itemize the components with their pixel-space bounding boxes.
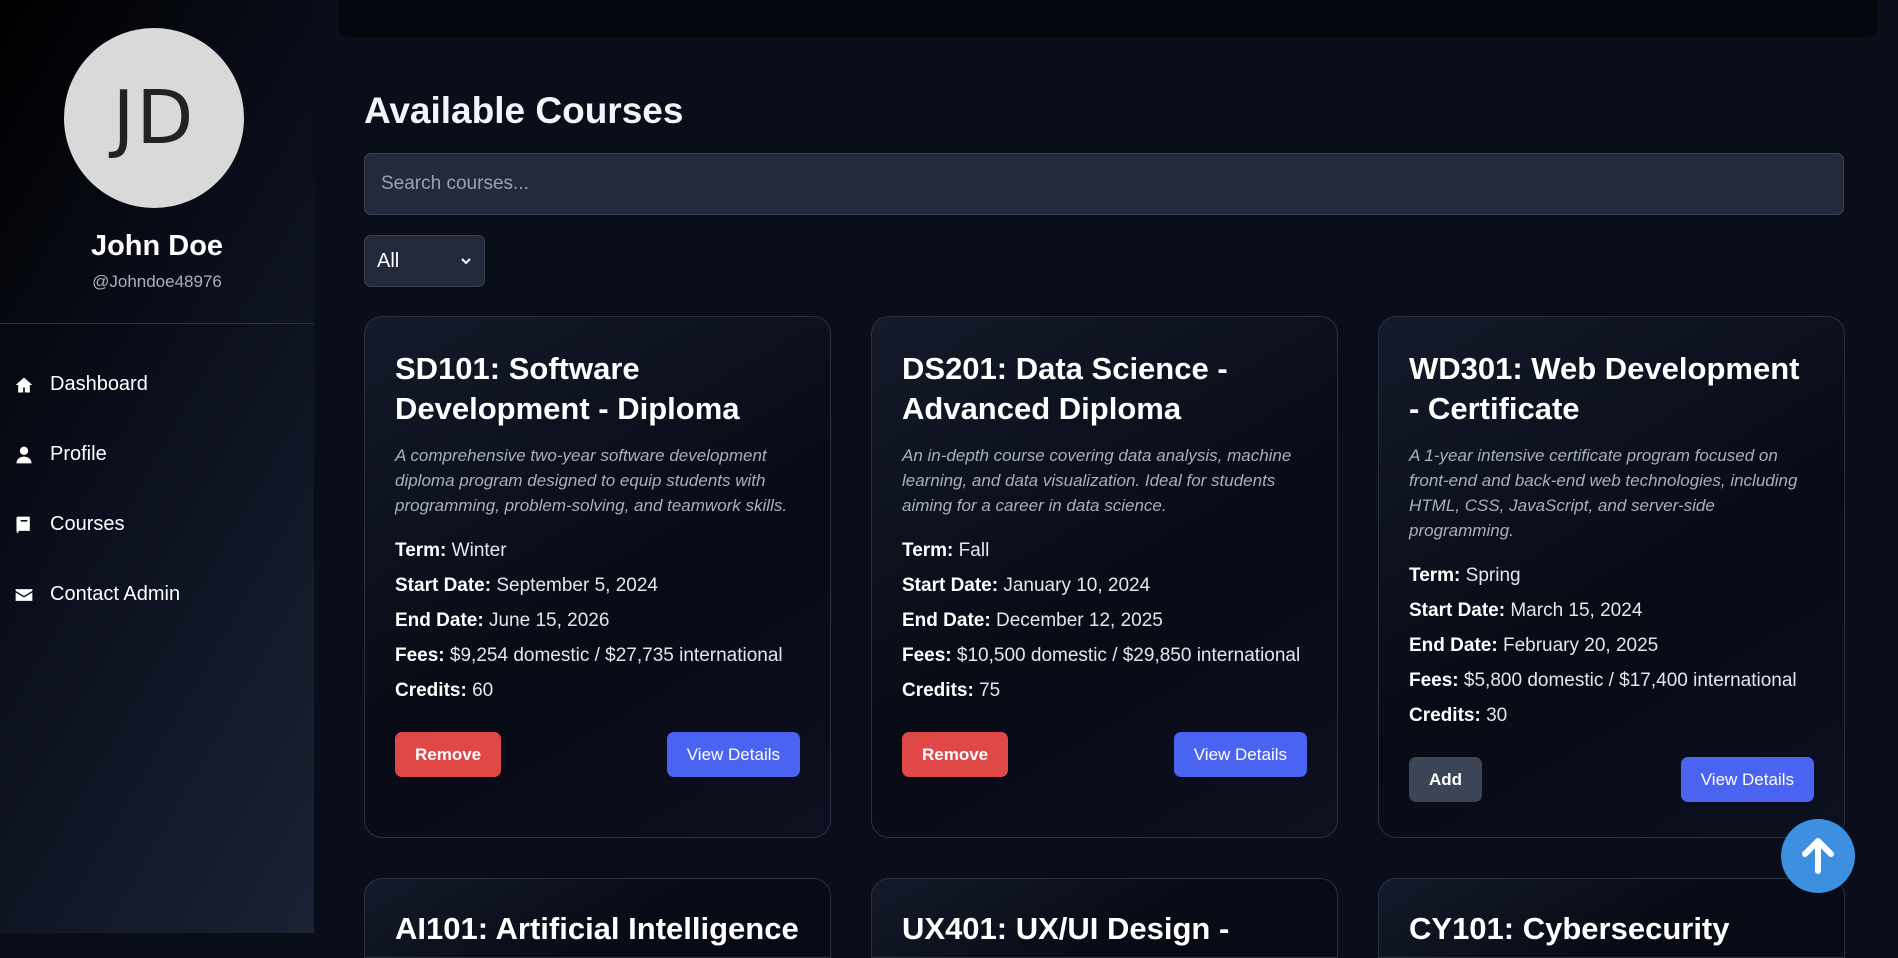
course-end-date: End Date: December 12, 2025 xyxy=(902,610,1163,631)
nav-label: Courses xyxy=(50,513,125,535)
course-description: A comprehensive two-year software develo… xyxy=(395,446,788,515)
arrow-up-icon xyxy=(1802,838,1834,874)
course-description: An in-depth course covering data analysi… xyxy=(902,446,1292,515)
nav-label: Profile xyxy=(50,443,107,465)
sidebar: JD John Doe @Johndoe48976 Dashboard Prof… xyxy=(0,0,314,933)
add-course-button[interactable]: Add xyxy=(1409,757,1483,802)
course-credits: Credits: 60 xyxy=(395,680,494,701)
course-term: Term: Spring xyxy=(1409,565,1521,586)
course-title: AI101: Artificial Intelligence xyxy=(395,911,799,946)
term-filter-select[interactable]: All xyxy=(364,235,485,287)
user-handle: @Johndoe48976 xyxy=(92,272,222,291)
course-card: SD101: Software Development - Diploma A … xyxy=(364,316,831,838)
remove-course-button[interactable]: Remove xyxy=(902,732,1009,777)
search-input[interactable] xyxy=(364,153,1844,215)
course-title: UX401: UX/UI Design - xyxy=(902,911,1230,946)
user-icon xyxy=(16,446,32,463)
chevron-down-icon xyxy=(461,258,471,265)
course-start-date: Start Date: September 5, 2024 xyxy=(395,575,658,596)
course-card: AI101: Artificial Intelligence xyxy=(364,878,831,958)
nav-item-courses[interactable]: Courses xyxy=(14,513,124,536)
sidebar-divider xyxy=(0,323,314,324)
nav-item-profile[interactable]: Profile xyxy=(14,443,107,466)
course-credits: Credits: 30 xyxy=(1409,705,1508,726)
book-icon xyxy=(16,516,30,533)
course-card: UX401: UX/UI Design - xyxy=(871,878,1338,958)
course-start-date: Start Date: March 15, 2024 xyxy=(1409,600,1643,621)
page-title: Available Courses xyxy=(364,90,684,131)
avatar[interactable]: JD xyxy=(64,28,244,208)
scroll-to-top-button[interactable] xyxy=(1781,819,1855,893)
envelope-icon xyxy=(15,588,33,601)
view-details-button[interactable]: View Details xyxy=(666,732,800,777)
course-title: SD101: Software Development - Diploma xyxy=(395,351,740,426)
course-fees: Fees: $5,800 domestic / $17,400 internat… xyxy=(1409,670,1797,691)
user-name: John Doe xyxy=(90,230,224,262)
nav-item-dashboard[interactable]: Dashboard xyxy=(14,373,148,396)
nav-label: Dashboard xyxy=(50,373,148,395)
course-details: Term: Fall Start Date: January 10, 2024 … xyxy=(902,536,1307,706)
course-card: DS201: Data Science - Advanced Diploma A… xyxy=(871,316,1338,838)
course-description: A 1-year intensive certificate program f… xyxy=(1409,446,1798,540)
term-filter-value: All xyxy=(377,249,400,272)
nav-item-contact-admin[interactable]: Contact Admin xyxy=(14,583,180,606)
course-title: DS201: Data Science - Advanced Diploma xyxy=(902,351,1228,426)
view-details-button[interactable]: View Details xyxy=(1680,757,1814,802)
top-panel xyxy=(338,0,1878,37)
course-details: Term: Winter Start Date: September 5, 20… xyxy=(395,536,800,706)
course-title: WD301: Web Development - Certificate xyxy=(1409,351,1800,426)
course-card: CY101: Cybersecurity xyxy=(1378,878,1845,958)
course-term: Term: Winter xyxy=(395,540,507,561)
course-end-date: End Date: June 15, 2026 xyxy=(395,610,610,631)
view-details-button[interactable]: View Details xyxy=(1173,732,1307,777)
course-card: WD301: Web Development - Certificate A 1… xyxy=(1378,316,1845,838)
remove-course-button[interactable]: Remove xyxy=(395,732,502,777)
nav-label: Contact Admin xyxy=(50,583,181,605)
course-term: Term: Fall xyxy=(902,540,990,561)
course-end-date: End Date: February 20, 2025 xyxy=(1409,635,1659,656)
course-credits: Credits: 75 xyxy=(902,680,1001,701)
home-icon xyxy=(15,377,33,392)
course-fees: Fees: $10,500 domestic / $29,850 interna… xyxy=(902,645,1301,666)
course-fees: Fees: $9,254 domestic / $27,735 internat… xyxy=(395,645,783,666)
course-details: Term: Spring Start Date: March 15, 2024 … xyxy=(1409,561,1814,731)
course-title: CY101: Cybersecurity xyxy=(1409,911,1730,946)
course-start-date: Start Date: January 10, 2024 xyxy=(902,575,1151,596)
